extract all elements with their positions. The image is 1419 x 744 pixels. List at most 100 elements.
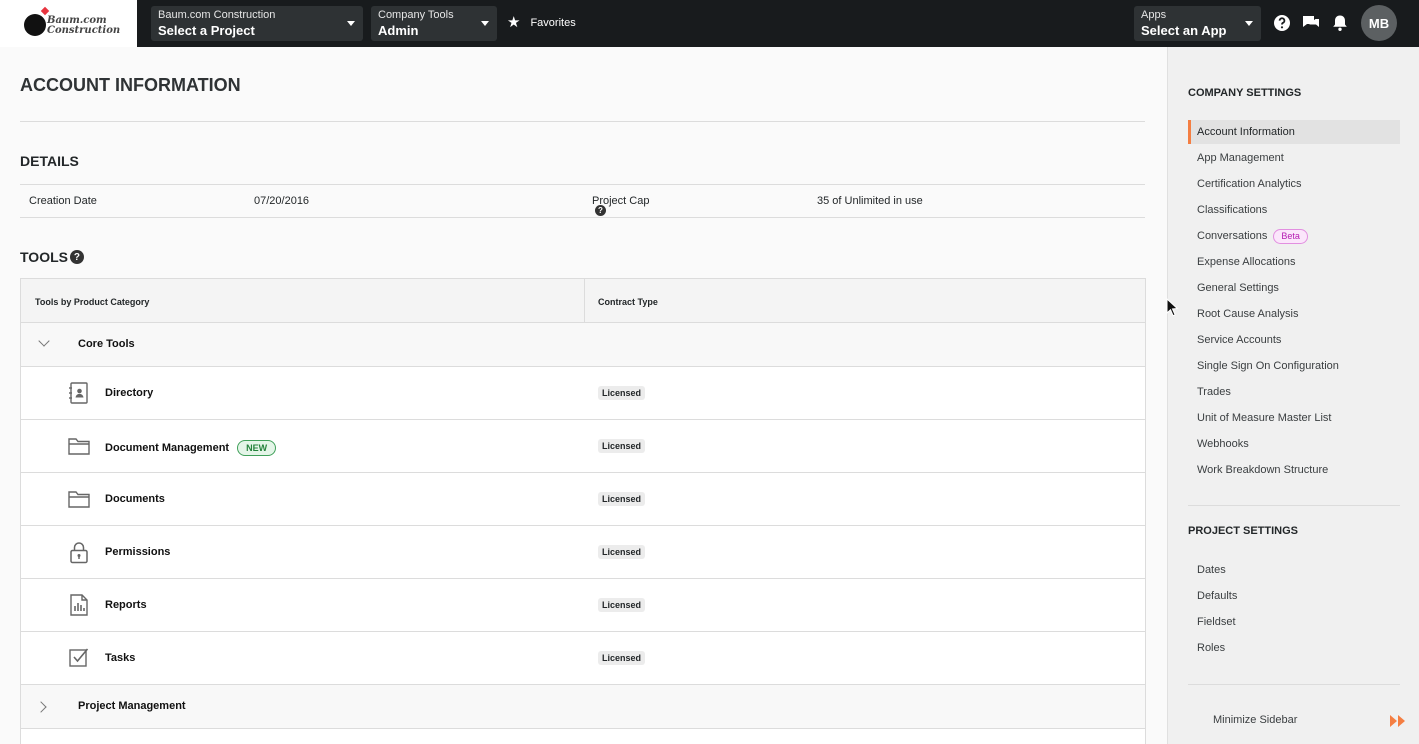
contract-badge: Licensed xyxy=(598,492,646,506)
sidebar-item-trades[interactable]: Trades xyxy=(1188,380,1400,404)
tool-label-text: Directory xyxy=(105,387,154,399)
favorites-label: Favorites xyxy=(530,17,576,29)
caret-down-icon xyxy=(481,21,489,26)
main-content: ACCOUNT INFORMATION DETAILS Creation Dat… xyxy=(0,47,1167,744)
sidebar-item-label: Service Accounts xyxy=(1197,334,1282,346)
project-selector-label: Baum.com Construction xyxy=(158,9,276,21)
sidebar-item-label: General Settings xyxy=(1197,282,1279,294)
sidebar-item-general-settings[interactable]: General Settings xyxy=(1188,276,1400,300)
sidebar-item-expense-allocations[interactable]: Expense Allocations xyxy=(1188,250,1400,274)
chat-icon[interactable] xyxy=(1301,13,1321,33)
details-title-text: DETAILS xyxy=(20,153,79,169)
sidebar-item-unit-of-measure[interactable]: Unit of Measure Master List xyxy=(1188,406,1400,430)
table-row[interactable]: Permissions Licensed xyxy=(21,526,1145,579)
contract-badge: Licensed xyxy=(598,545,646,559)
tools-help-icon[interactable]: ? xyxy=(69,250,84,264)
minimize-sidebar-button[interactable]: Minimize Sidebar xyxy=(1213,714,1297,726)
project-selector[interactable]: Baum.com Construction Select a Project xyxy=(151,6,363,41)
sidebar-item-dates[interactable]: Dates xyxy=(1188,558,1400,582)
sidebar-item-defaults[interactable]: Defaults xyxy=(1188,584,1400,608)
caret-down-icon xyxy=(347,21,355,26)
folder-icon xyxy=(68,438,90,455)
sidebar-item-roles[interactable]: Roles xyxy=(1188,636,1400,660)
sidebar-item-app-management[interactable]: App Management xyxy=(1188,146,1400,170)
group-label: Project Management xyxy=(78,700,186,712)
tools-table: Tools by Product Category Contract Type … xyxy=(20,278,1146,744)
chevron-right-icon[interactable] xyxy=(35,701,47,713)
contract-badge: Licensed xyxy=(598,439,646,453)
company-settings-title: COMPANY SETTINGS xyxy=(1188,87,1302,99)
sidebar-item-service-accounts[interactable]: Service Accounts xyxy=(1188,328,1400,352)
favorites-button[interactable]: ★ Favorites xyxy=(507,15,576,30)
caret-down-icon xyxy=(1245,21,1253,26)
logo-mark-icon xyxy=(24,14,46,36)
apps-selector[interactable]: Apps Select an App xyxy=(1134,6,1261,41)
sidebar-item-label: App Management xyxy=(1197,152,1284,164)
group-row-project-management[interactable]: Project Management xyxy=(21,685,1145,729)
sidebar-item-label: Expense Allocations xyxy=(1197,256,1296,268)
sidebar-item-account-information[interactable]: Account Information xyxy=(1188,120,1400,144)
sidebar-item-single-sign-on[interactable]: Single Sign On Configuration xyxy=(1188,354,1400,378)
top-navigation-bar: Baum.com Construction Baum.com Construct… xyxy=(0,0,1419,47)
sidebar-item-certification-analytics[interactable]: Certification Analytics xyxy=(1188,172,1400,196)
tool-label: Tasks xyxy=(105,652,135,664)
sidebar-item-label: Certification Analytics xyxy=(1197,178,1302,190)
user-avatar[interactable]: MB xyxy=(1361,5,1397,41)
tool-label: Directory xyxy=(105,387,153,399)
sidebar-item-label: Account Information xyxy=(1197,126,1295,138)
project-cap-help-icon[interactable]: ? xyxy=(595,205,606,216)
sidebar-item-label: Root Cause Analysis xyxy=(1197,308,1299,320)
sidebar-item-label: Trades xyxy=(1197,386,1231,398)
apps-selector-value: Select an App xyxy=(1141,23,1227,38)
table-row[interactable]: Reports Licensed xyxy=(21,579,1145,632)
sidebar-item-conversations[interactable]: Conversations Beta xyxy=(1188,224,1400,248)
tool-label-text: Documents xyxy=(105,493,165,505)
tools-table-header: Tools by Product Category Contract Type xyxy=(21,279,1145,323)
sidebar-item-webhooks[interactable]: Webhooks xyxy=(1188,432,1400,456)
table-row[interactable]: Documents Licensed xyxy=(21,473,1145,526)
tool-label: Document Management NEW xyxy=(105,440,277,456)
column-separator xyxy=(584,279,585,323)
double-chevron-right-icon[interactable] xyxy=(1389,715,1407,727)
sidebar-item-label: Conversations xyxy=(1197,230,1268,242)
sidebar-item-fieldset[interactable]: Fieldset xyxy=(1188,610,1400,634)
column-header-category[interactable]: Tools by Product Category xyxy=(35,297,149,307)
sidebar-item-label: Work Breakdown Structure xyxy=(1197,464,1329,476)
company-tools-selector[interactable]: Company Tools Admin xyxy=(371,6,497,41)
logo-line-2: Construction xyxy=(47,25,121,36)
sidebar-item-work-breakdown-structure[interactable]: Work Breakdown Structure xyxy=(1188,458,1400,482)
notification-bell-icon[interactable] xyxy=(1330,13,1350,33)
folder-icon xyxy=(68,491,90,508)
sidebar-item-root-cause-analysis[interactable]: Root Cause Analysis xyxy=(1188,302,1400,326)
tools-title-text: TOOLS xyxy=(20,249,68,265)
chevron-down-icon[interactable] xyxy=(38,335,50,347)
project-cap-value: 35 of Unlimited in use xyxy=(817,195,923,207)
column-header-contract[interactable]: Contract Type xyxy=(598,297,658,307)
group-row-core-tools[interactable]: Core Tools xyxy=(21,323,1145,367)
table-row[interactable]: Document Management NEW Licensed xyxy=(21,420,1145,473)
tool-label-text: Tasks xyxy=(105,652,136,664)
apps-selector-label: Apps xyxy=(1141,9,1167,21)
project-selector-value: Select a Project xyxy=(158,23,255,38)
details-row: Creation Date 07/20/2016 Project Cap ? 3… xyxy=(20,184,1145,218)
sidebar-item-label: Classifications xyxy=(1197,204,1268,216)
sidebar-item-label: Dates xyxy=(1197,564,1226,576)
company-logo[interactable]: Baum.com Construction xyxy=(0,0,137,47)
project-settings-title: PROJECT SETTINGS xyxy=(1188,525,1299,537)
page-title: ACCOUNT INFORMATION xyxy=(20,75,241,95)
tools-selector-value: Admin xyxy=(378,23,419,38)
project-cap-label-wrap: Project Cap ? xyxy=(592,195,649,216)
table-row[interactable]: Directory Licensed xyxy=(21,367,1145,420)
table-row[interactable]: Tasks Licensed xyxy=(21,632,1145,685)
title-divider xyxy=(20,121,1145,122)
contract-badge: Licensed xyxy=(598,598,646,612)
logo-text: Baum.com Construction xyxy=(47,16,120,36)
mouse-cursor-icon xyxy=(1166,298,1179,317)
tool-label-text: Document Management xyxy=(105,442,230,454)
contract-badge: Licensed xyxy=(598,386,646,400)
sidebar-item-classifications[interactable]: Classifications xyxy=(1188,198,1400,222)
sidebar-divider xyxy=(1188,684,1400,685)
help-icon[interactable] xyxy=(1272,13,1292,33)
lock-icon xyxy=(70,542,88,564)
tool-label: Documents xyxy=(105,493,165,505)
